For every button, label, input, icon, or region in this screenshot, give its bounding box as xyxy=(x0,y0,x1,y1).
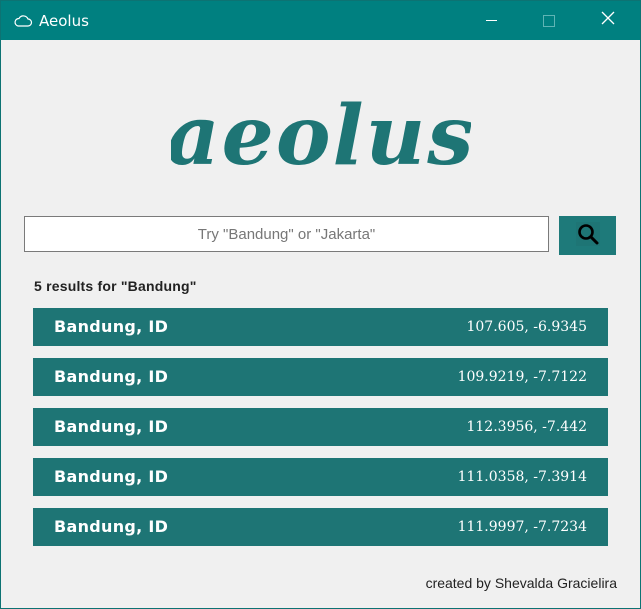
result-name: Bandung, ID xyxy=(54,367,169,386)
cloud-icon xyxy=(13,13,33,29)
search-button[interactable] xyxy=(559,216,616,255)
result-name: Bandung, ID xyxy=(54,317,169,336)
close-button[interactable] xyxy=(579,1,637,40)
result-item[interactable]: Bandung, ID 111.0358, -7.3914 xyxy=(33,458,608,496)
app-window: Aeolus aeolus Try "Bandung" or "Jakarta"… xyxy=(0,0,641,609)
results-heading: 5 results for "Bandung" xyxy=(34,278,197,294)
result-name: Bandung, ID xyxy=(54,417,169,436)
result-coords: 112.3956, -7.442 xyxy=(466,419,587,435)
result-coords: 109.9219, -7.7122 xyxy=(457,369,587,385)
result-item[interactable]: Bandung, ID 111.9997, -7.7234 xyxy=(33,508,608,546)
result-coords: 107.605, -6.9345 xyxy=(466,319,587,335)
result-name: Bandung, ID xyxy=(54,517,169,536)
search-icon xyxy=(575,222,600,249)
aeolus-logo: aeolus xyxy=(1,84,640,184)
search-input[interactable] xyxy=(24,216,549,252)
window-title: Aeolus xyxy=(39,12,89,30)
result-item[interactable]: Bandung, ID 107.605, -6.9345 xyxy=(33,308,608,346)
minimize-button[interactable] xyxy=(462,1,520,40)
results-list: Bandung, ID 107.605, -6.9345 Bandung, ID… xyxy=(33,308,608,558)
main-content: aeolus 5 results for "Bandung" Bandung, … xyxy=(1,40,640,608)
result-coords: 111.9997, -7.7234 xyxy=(457,519,587,535)
close-icon xyxy=(601,11,615,30)
footer-credit: created by Shevalda Gracielira xyxy=(425,575,617,591)
result-name: Bandung, ID xyxy=(54,467,169,486)
result-item[interactable]: Bandung, ID 109.9219, -7.7122 xyxy=(33,358,608,396)
result-coords: 111.0358, -7.3914 xyxy=(457,469,587,485)
minimize-icon xyxy=(485,20,497,21)
title-bar[interactable]: Aeolus xyxy=(1,1,640,40)
result-item[interactable]: Bandung, ID 112.3956, -7.442 xyxy=(33,408,608,446)
logo-text: aeolus xyxy=(171,88,471,184)
maximize-icon xyxy=(543,14,555,27)
maximize-button[interactable] xyxy=(520,1,578,40)
